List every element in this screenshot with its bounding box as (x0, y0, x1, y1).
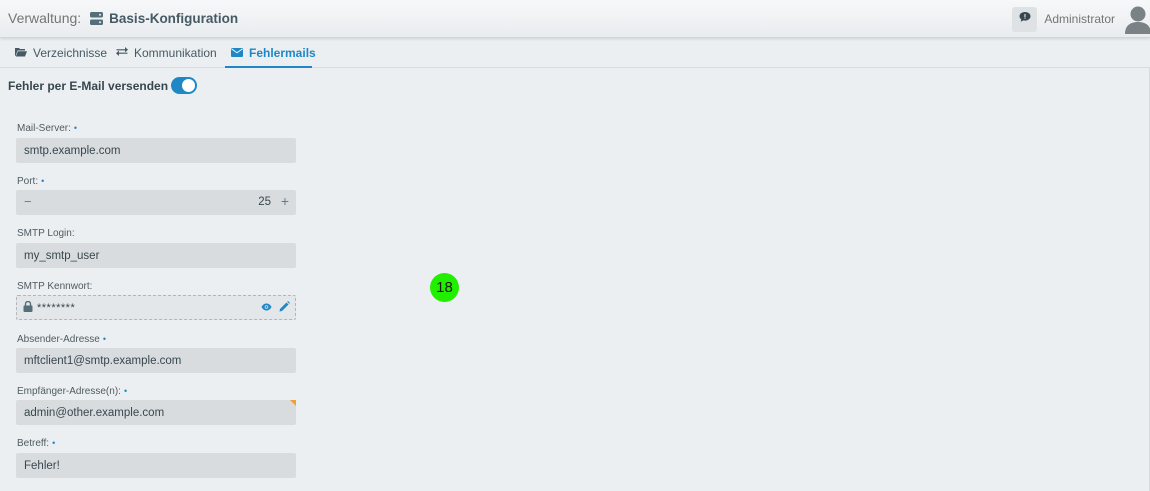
subject-label: Betreff: • (17, 438, 56, 449)
smtp-login-input[interactable]: my_smtp_user (16, 243, 296, 268)
password-value: ******** (37, 301, 76, 314)
port-value[interactable]: 25 (258, 196, 271, 208)
email-errors-toggle[interactable] (171, 77, 198, 94)
mail-server-label: Mail-Server: • (17, 123, 78, 134)
avatar[interactable] (1124, 4, 1150, 34)
recipient-address-label: Empfänger-Adresse(n): • (17, 386, 128, 397)
mail-server-input[interactable]: smtp.example.com (16, 138, 296, 163)
tab-fehlermails[interactable]: Fehlermails (231, 38, 316, 68)
envelope-icon (231, 46, 249, 60)
smtp-password-label: SMTP Kennwort: (17, 281, 93, 292)
smtp-password-field[interactable]: ******** (16, 295, 296, 320)
email-errors-toggle-row: Fehler per E-Mail versenden (8, 77, 198, 94)
required-marker: • (41, 176, 45, 186)
folder-open-icon (15, 46, 33, 60)
sender-address-label: Absender-Adresse • (17, 334, 106, 345)
smtp-login-label: SMTP Login: (17, 228, 75, 239)
tab-bar: Verzeichnisse Kommunikation Fehlermails (0, 38, 1150, 68)
recipient-address-input[interactable]: admin@other.example.com (16, 400, 296, 425)
tab-label: Verzeichnisse (33, 46, 108, 60)
page-title: Basis-Konfiguration (109, 10, 239, 26)
breadcrumb-prefix: Verwaltung: (8, 10, 82, 26)
sender-address-input[interactable]: mftclient1@smtp.example.com (16, 348, 296, 373)
comment-icon (1019, 10, 1031, 28)
exchange-icon (116, 46, 134, 60)
active-tab-indicator (225, 66, 312, 68)
server-icon (90, 11, 104, 25)
tab-label: Kommunikation (134, 46, 217, 60)
port-increment-button[interactable]: + (281, 193, 289, 209)
port-decrement-button[interactable]: − (24, 194, 32, 209)
required-marker: • (102, 334, 106, 344)
user-area: Administrator (1012, 4, 1150, 34)
tab-kommunikation[interactable]: Kommunikation (116, 38, 217, 68)
user-name[interactable]: Administrator (1044, 12, 1115, 26)
required-marker: • (73, 123, 78, 133)
pencil-icon[interactable] (279, 301, 290, 315)
port-label: Port: • (17, 176, 45, 187)
port-stepper[interactable]: − 25 + (16, 190, 296, 215)
eye-icon[interactable] (261, 302, 272, 314)
chat-button[interactable] (1012, 6, 1038, 32)
tab-label: Fehlermails (249, 46, 316, 60)
toggle-knob (182, 79, 196, 92)
toggle-label: Fehler per E-Mail versenden (8, 78, 169, 93)
top-bar: Verwaltung: Basis-Konfiguration Administ… (0, 0, 1150, 38)
required-marker: • (123, 386, 128, 396)
subject-input[interactable]: Fehler! (16, 453, 296, 478)
breadcrumb: Verwaltung: Basis-Konfiguration (8, 10, 238, 26)
resize-corner-marker (290, 400, 296, 406)
lock-icon (23, 300, 33, 315)
number-badge: 18 (430, 273, 459, 302)
tab-verzeichnisse[interactable]: Verzeichnisse (15, 38, 107, 68)
required-marker: • (52, 438, 56, 448)
